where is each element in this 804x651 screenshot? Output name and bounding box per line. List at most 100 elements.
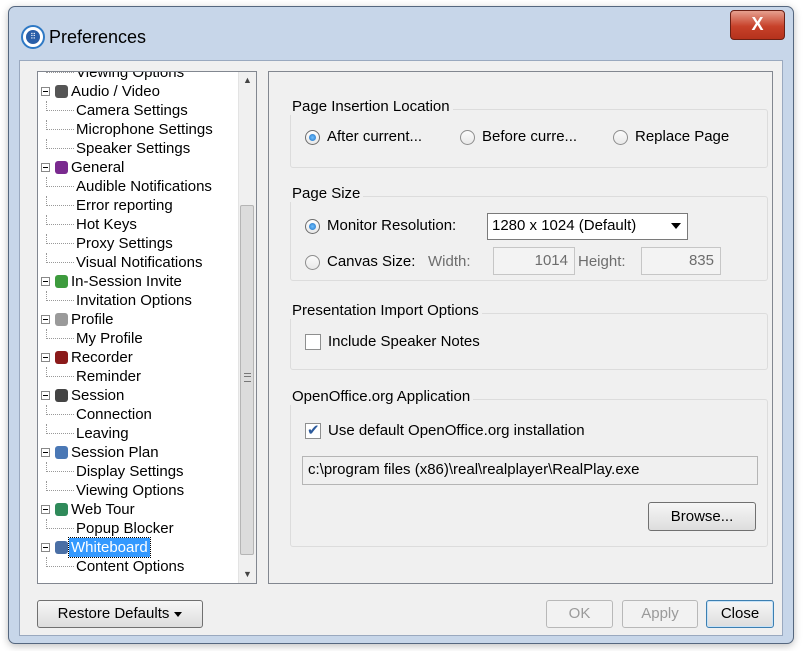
use-default-openoffice-label[interactable]: Use default OpenOffice.org installation bbox=[328, 422, 585, 439]
monitor-resolution-label[interactable]: Monitor Resolution: bbox=[327, 217, 456, 234]
tree-label: Whiteboard bbox=[68, 537, 151, 558]
tree-label: Profile bbox=[71, 311, 114, 328]
tree-category[interactable]: Audio / Video bbox=[38, 82, 238, 101]
tree-item[interactable]: Proxy Settings bbox=[38, 234, 238, 253]
tree-connector bbox=[46, 139, 74, 149]
tree-item[interactable]: Speaker Settings bbox=[38, 139, 238, 158]
tree-item[interactable]: Camera Settings bbox=[38, 101, 238, 120]
tree-label: Session bbox=[71, 387, 125, 404]
tree-item[interactable]: Audible Notifications bbox=[38, 177, 238, 196]
chevron-down-icon bbox=[671, 223, 681, 229]
tree-item[interactable]: Reminder bbox=[38, 367, 238, 386]
person-camera-icon bbox=[55, 85, 68, 98]
tree-item[interactable]: Visual Notifications bbox=[38, 253, 238, 272]
tree-item[interactable]: Connection bbox=[38, 405, 238, 424]
group-title: OpenOffice.org Application bbox=[290, 388, 474, 405]
page-size-group: Page Size Monitor Resolution: 1280 x 102… bbox=[290, 185, 768, 281]
canvas-width-field[interactable]: 1014 bbox=[493, 247, 575, 275]
tree-category[interactable]: General bbox=[38, 158, 238, 177]
tree-label: In-Session Invite bbox=[71, 273, 182, 290]
tree-connector bbox=[46, 234, 74, 244]
tree-category[interactable]: Session bbox=[38, 386, 238, 405]
ok-button[interactable]: OK bbox=[546, 600, 613, 628]
tree-item[interactable]: Error reporting bbox=[38, 196, 238, 215]
scrollbar-grip-icon bbox=[244, 373, 251, 382]
tree-item[interactable]: Popup Blocker bbox=[38, 519, 238, 538]
tree-label: Web Tour bbox=[71, 501, 135, 518]
include-speaker-notes-checkbox[interactable] bbox=[305, 334, 321, 350]
group-title: Presentation Import Options bbox=[290, 302, 482, 319]
radio-label-after-current[interactable]: After current... bbox=[327, 128, 422, 145]
page-insertion-group: Page Insertion Location After current...… bbox=[290, 98, 768, 168]
restore-defaults-button[interactable]: Restore Defaults bbox=[37, 600, 203, 628]
tree-label: Display Settings bbox=[76, 463, 184, 480]
tree-category[interactable]: In-Session Invite bbox=[38, 272, 238, 291]
tree-connector bbox=[46, 329, 74, 339]
close-button[interactable]: Close bbox=[706, 600, 774, 628]
tree-label: Popup Blocker bbox=[76, 520, 174, 537]
tree-item[interactable]: Leaving bbox=[38, 424, 238, 443]
canvas-size-label[interactable]: Canvas Size: bbox=[327, 253, 415, 270]
monitor-resolution-select[interactable]: 1280 x 1024 (Default) bbox=[487, 213, 688, 240]
scroll-up-arrow-icon[interactable]: ▲ bbox=[239, 72, 256, 89]
restore-defaults-label: Restore Defaults bbox=[57, 605, 170, 622]
preferences-tree[interactable]: Viewing Options Audio / Video Camera Setti… bbox=[37, 71, 257, 584]
group-title: Page Insertion Location bbox=[290, 98, 453, 115]
radio-before-current[interactable] bbox=[460, 130, 475, 145]
canvas-height-field[interactable]: 835 bbox=[641, 247, 721, 275]
tree-category[interactable]: Recorder bbox=[38, 348, 238, 367]
tree-connector bbox=[46, 405, 74, 415]
tree-connector bbox=[46, 462, 74, 472]
tree-scrollbar[interactable]: ▲ ▼ bbox=[238, 72, 256, 583]
tree-label: Leaving bbox=[76, 425, 129, 442]
radio-monitor-resolution[interactable] bbox=[305, 219, 320, 234]
browse-button[interactable]: Browse... bbox=[648, 502, 756, 531]
tree-item[interactable]: My Profile bbox=[38, 329, 238, 348]
tree-label: Camera Settings bbox=[76, 102, 188, 119]
tree-label: Microphone Settings bbox=[76, 121, 213, 138]
tree-category[interactable]: Whiteboard bbox=[38, 537, 238, 558]
collapse-toggle-icon[interactable] bbox=[41, 353, 50, 362]
scrollbar-thumb[interactable] bbox=[240, 205, 254, 555]
tree-item[interactable]: Viewing Options bbox=[38, 72, 238, 82]
tree-item[interactable]: Content Options bbox=[38, 557, 238, 576]
tree-connector bbox=[46, 253, 74, 263]
tree-item[interactable]: Microphone Settings bbox=[38, 120, 238, 139]
radio-after-current[interactable] bbox=[305, 130, 320, 145]
window-close-button[interactable]: X bbox=[730, 10, 785, 40]
radio-label-before-current[interactable]: Before curre... bbox=[482, 128, 577, 145]
scroll-down-arrow-icon[interactable]: ▼ bbox=[239, 566, 256, 583]
collapse-toggle-icon[interactable] bbox=[41, 505, 50, 514]
radio-replace-page[interactable] bbox=[613, 130, 628, 145]
tree-label: Invitation Options bbox=[76, 292, 192, 309]
tree-label: Session Plan bbox=[71, 444, 159, 461]
title-bar[interactable]: ⠿ Preferences X bbox=[9, 7, 793, 63]
tree-category[interactable]: Profile bbox=[38, 310, 238, 329]
collapse-toggle-icon[interactable] bbox=[41, 448, 50, 457]
dialog-client-area: Viewing Options Audio / Video Camera Setti… bbox=[19, 60, 783, 636]
collapse-toggle-icon[interactable] bbox=[41, 87, 50, 96]
radio-canvas-size[interactable] bbox=[305, 255, 320, 270]
tree-connector bbox=[46, 481, 74, 491]
tree-category[interactable]: Web Tour bbox=[38, 500, 238, 519]
tree-item[interactable]: Invitation Options bbox=[38, 291, 238, 310]
use-default-openoffice-checkbox[interactable] bbox=[305, 421, 321, 439]
tree-item[interactable]: Hot Keys bbox=[38, 215, 238, 234]
tree-label: Error reporting bbox=[76, 197, 173, 214]
tree-connector bbox=[46, 196, 74, 206]
openoffice-path-field[interactable]: c:\program files (x86)\real\realplayer\R… bbox=[302, 456, 758, 485]
tree-label: My Profile bbox=[76, 330, 143, 347]
collapse-toggle-icon[interactable] bbox=[41, 543, 50, 552]
apply-button[interactable]: Apply bbox=[622, 600, 698, 628]
collapse-toggle-icon[interactable] bbox=[41, 277, 50, 286]
chevron-down-icon bbox=[174, 611, 183, 617]
collapse-toggle-icon[interactable] bbox=[41, 163, 50, 172]
tree-label: Content Options bbox=[76, 558, 185, 575]
collapse-toggle-icon[interactable] bbox=[41, 391, 50, 400]
tree-item[interactable]: Display Settings bbox=[38, 462, 238, 481]
include-speaker-notes-label[interactable]: Include Speaker Notes bbox=[328, 333, 480, 350]
collapse-toggle-icon[interactable] bbox=[41, 315, 50, 324]
tree-category[interactable]: Session Plan bbox=[38, 443, 238, 462]
radio-label-replace-page[interactable]: Replace Page bbox=[635, 128, 729, 145]
tree-item[interactable]: Viewing Options bbox=[38, 481, 238, 500]
